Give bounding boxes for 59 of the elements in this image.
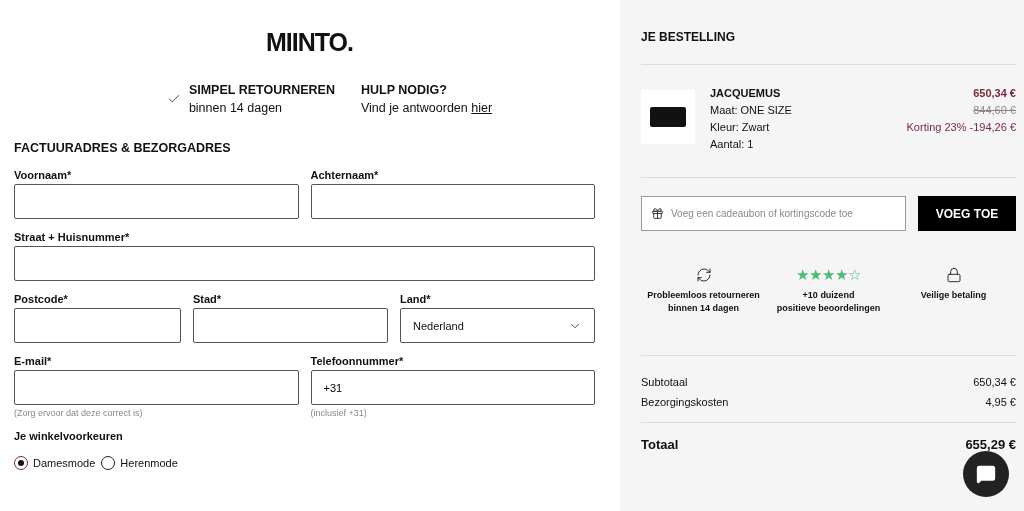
- check-icon: [166, 92, 181, 106]
- product-price: 650,34 €: [972, 86, 1016, 101]
- chat-icon: [976, 464, 996, 484]
- benefit-text: Veilige betaling: [920, 289, 987, 302]
- radio-label: Damesmode: [33, 457, 96, 469]
- radio-label: Herenmode: [120, 457, 178, 469]
- field-label: Voornaam*: [14, 169, 73, 181]
- add-button[interactable]: VOEG TOE: [918, 196, 1016, 231]
- usp-title: SIMPEL RETOURNEREN: [188, 83, 335, 97]
- benefit-text: +10 duizend positieve beoordelingen: [776, 289, 881, 315]
- totals-value: 650,34 €: [973, 376, 1016, 388]
- lock-icon: [945, 267, 962, 283]
- input-field[interactable]: [14, 370, 299, 405]
- totals-label: Subtotaal: [641, 376, 688, 388]
- usp-text: binnen 14 dagen: [188, 101, 284, 115]
- empty-star-icon: ☆: [848, 267, 861, 283]
- field-label: E-mail*: [14, 355, 53, 367]
- voucher-field[interactable]: Voeg een cadeaubon of kortingscode toe: [641, 196, 906, 231]
- filled-star-icon: ★: [809, 267, 822, 283]
- refresh-icon: [695, 267, 712, 283]
- old-price: 844,60 €: [972, 103, 1016, 118]
- field-hint: (inclusief +31): [310, 408, 368, 418]
- input-field[interactable]: [193, 308, 388, 343]
- product-photo-placeholder: [641, 90, 695, 144]
- product-detail: Aantal: 1: [710, 137, 755, 152]
- field-label: Stad*: [193, 293, 223, 305]
- product-detail: Kleur: Zwart: [710, 120, 771, 135]
- benefit-text: Probleemloos retourneren binnen 14 dagen: [647, 289, 760, 315]
- input-field[interactable]: +31: [310, 370, 595, 405]
- total-value: 655,29 €: [965, 437, 1016, 452]
- filled-star-icon: ★: [835, 267, 848, 283]
- usp-title: HULP NODIG?: [361, 83, 448, 97]
- chat-button[interactable]: [963, 451, 1009, 497]
- totals-label: Bezorgingskosten: [641, 396, 729, 408]
- filled-star-icon: ★: [822, 267, 835, 283]
- field-hint: (Zorg ervoor dat deze correct is): [14, 408, 144, 418]
- input-field[interactable]: [14, 246, 595, 281]
- discount-text: Korting 23% -194,26 €: [906, 120, 1016, 135]
- total-label: Totaal: [641, 437, 679, 452]
- input-field[interactable]: [310, 184, 595, 219]
- field-label: Postcode*: [14, 293, 69, 305]
- field-label: Achternaam*: [310, 169, 380, 181]
- logo[interactable]: MIINTO.: [266, 28, 353, 57]
- usp-text: Vind je antwoorden hier: [361, 101, 493, 115]
- field-label: Telefoonnummer*: [310, 355, 405, 367]
- field-label: Straat + Huisnummer*: [14, 231, 131, 243]
- order-title: JE BESTELLING: [641, 30, 736, 44]
- country-select[interactable]: Nederland: [400, 308, 595, 343]
- product-detail: Maat: ONE SIZE: [710, 103, 793, 118]
- section-title: FACTUURADRES & BEZORGADRES: [14, 141, 232, 155]
- field-label: Land*: [400, 293, 432, 305]
- preferences-title: Je winkelvoorkeuren: [14, 430, 124, 442]
- product-brand: JACQUEMUS: [710, 86, 782, 101]
- help-link[interactable]: hier: [471, 101, 493, 115]
- gift-icon: [651, 207, 664, 220]
- totals-value: 4,95 €: [985, 396, 1016, 408]
- input-field[interactable]: [14, 184, 299, 219]
- input-field[interactable]: [14, 308, 181, 343]
- filled-star-icon: ★: [796, 267, 809, 283]
